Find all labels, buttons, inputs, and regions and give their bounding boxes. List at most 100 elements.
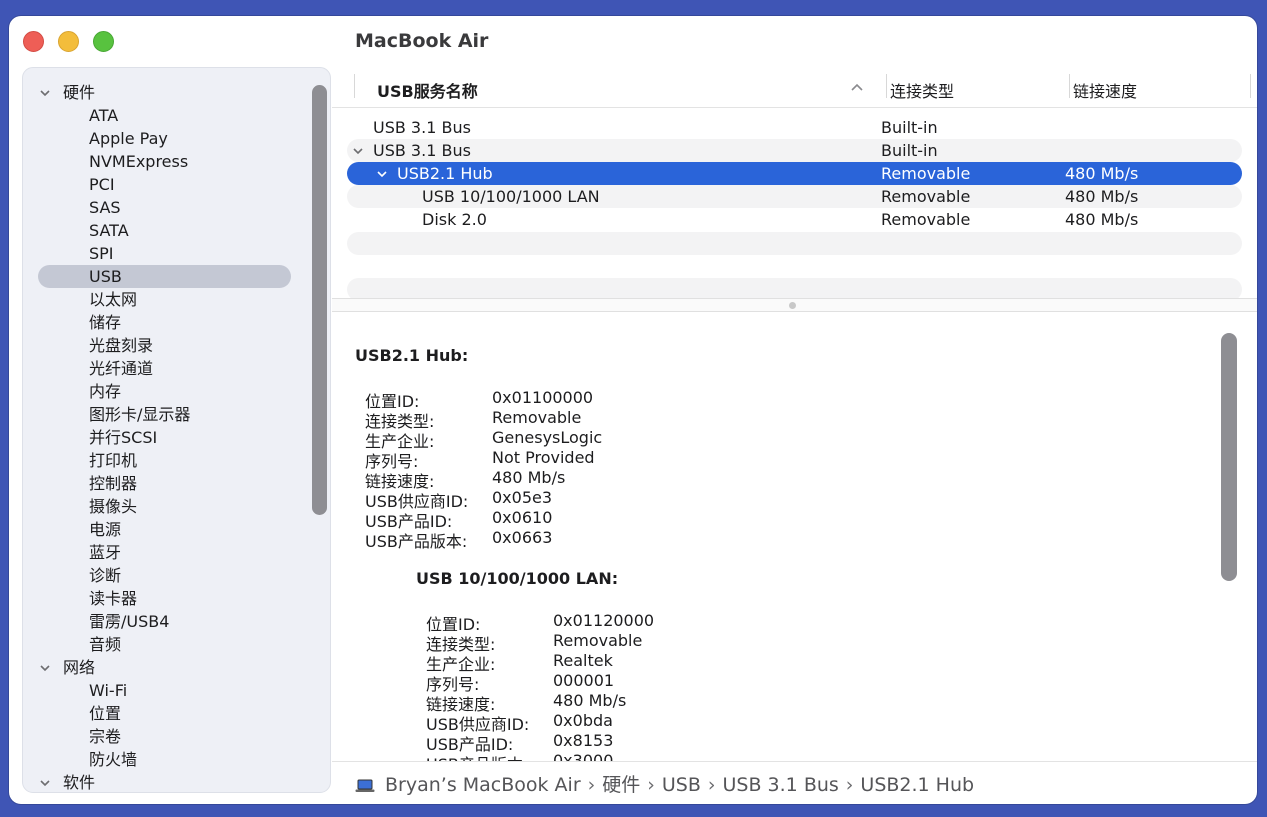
row-name: USB 3.1 Bus [373, 141, 471, 160]
disclosure-chevron-icon[interactable] [40, 663, 50, 673]
row-connection-type: Removable [881, 187, 971, 206]
close-button[interactable] [23, 31, 44, 52]
sidebar-category[interactable]: 硬件 [23, 81, 313, 104]
detail-field-value: 0x3000 [553, 751, 614, 761]
zoom-button[interactable] [93, 31, 114, 52]
row-connection-type: Built-in [881, 141, 938, 160]
sidebar-item[interactable]: NVMExpress [23, 150, 313, 173]
column-divider[interactable] [1250, 74, 1251, 98]
sidebar-scrollbar[interactable] [312, 85, 327, 515]
sort-ascending-icon[interactable] [851, 83, 863, 91]
sidebar-item[interactable]: 打印机 [23, 449, 313, 472]
sidebar-item[interactable]: 防火墙 [23, 748, 313, 771]
disclosure-chevron-icon[interactable] [377, 169, 387, 179]
column-divider[interactable] [886, 74, 887, 98]
detail-field-value: GenesysLogic [492, 428, 603, 447]
path-segment[interactable]: USB2.1 Hub [860, 774, 974, 796]
header-separator [332, 107, 1257, 108]
detail-pane: USB2.1 Hub: 位置ID: 0x01100000 连接类型: Removabl… [332, 313, 1257, 761]
row-connection-type: Removable [881, 164, 971, 183]
sidebar-item-label: 网络 [63, 658, 96, 677]
sidebar-item-label: Wi-Fi [89, 681, 128, 700]
sidebar-item[interactable]: 光纤通道 [23, 357, 313, 380]
sidebar-item-label: 控制器 [89, 474, 138, 493]
sidebar-item-label: 光纤通道 [89, 359, 154, 378]
detail-field-value: Not Provided [492, 448, 595, 467]
sidebar-item-label: 诊断 [89, 566, 122, 585]
sidebar-item-label: NVMExpress [89, 152, 189, 171]
disclosure-chevron-icon[interactable] [353, 146, 363, 156]
detail-scrollbar[interactable] [1221, 333, 1237, 581]
path-segment[interactable]: 硬件 [602, 774, 640, 796]
sidebar-item-label: SPI [89, 244, 114, 263]
sidebar-item[interactable]: USB [23, 265, 313, 288]
sidebar-item[interactable]: 图形卡/显示器 [23, 403, 313, 426]
sidebar-category[interactable]: 网络 [23, 656, 313, 679]
sidebar-item[interactable]: 位置 [23, 702, 313, 725]
detail-field-value: Realtek [553, 651, 613, 670]
table-row[interactable]: USB2.1 Hub Removable 480 Mb/s [347, 162, 1242, 185]
row-name: USB 10/100/1000 LAN [422, 187, 600, 206]
sidebar-item-label: 打印机 [89, 451, 138, 470]
chevron-right-icon: › [845, 774, 854, 796]
sidebar-item[interactable]: 宗卷 [23, 725, 313, 748]
detail-field-value: 0x01120000 [553, 611, 655, 630]
detail-field-value: 480 Mb/s [492, 468, 566, 487]
detail-field-value: 0x05e3 [492, 488, 553, 507]
sidebar-category[interactable]: 软件 [23, 771, 313, 792]
column-header-type[interactable]: 连接类型 [890, 78, 954, 102]
disclosure-chevron-icon[interactable] [40, 88, 50, 98]
sidebar-item[interactable]: SPI [23, 242, 313, 265]
table-row[interactable]: Disk 2.0 Removable 480 Mb/s [347, 208, 1242, 231]
sidebar-item-label: SAS [89, 198, 121, 217]
sidebar-item[interactable]: 摄像头 [23, 495, 313, 518]
window-title: MacBook Air [355, 30, 489, 52]
sidebar-item[interactable]: Apple Pay [23, 127, 313, 150]
minimize-button[interactable] [58, 31, 79, 52]
sidebar-item[interactable]: SAS [23, 196, 313, 219]
splitter-handle-icon[interactable] [789, 302, 796, 309]
sidebar-item[interactable]: PCI [23, 173, 313, 196]
column-divider[interactable] [1069, 74, 1070, 98]
sidebar-item[interactable]: 读卡器 [23, 587, 313, 610]
row-connection-type: Built-in [881, 118, 938, 137]
sidebar-item[interactable]: 蓝牙 [23, 541, 313, 564]
sidebar-item[interactable]: 音频 [23, 633, 313, 656]
table-header: USB服务名称 连接类型 链接速度 [332, 74, 1257, 108]
table-row[interactable]: USB 3.1 Bus Built-in [347, 116, 1242, 139]
sidebar-item[interactable]: 以太网 [23, 288, 313, 311]
sidebar-item[interactable]: 内存 [23, 380, 313, 403]
sidebar-item[interactable]: SATA [23, 219, 313, 242]
row-link-speed: 480 Mb/s [1065, 164, 1139, 183]
path-segment[interactable]: USB [662, 774, 701, 796]
row-name: USB 3.1 Bus [373, 118, 471, 137]
column-header-speed[interactable]: 链接速度 [1073, 78, 1137, 102]
sidebar: 硬件 ATA Apple Pay NVMExpress PCI SAS SATA SPI USB… [22, 67, 331, 793]
sidebar-item[interactable]: 电源 [23, 518, 313, 541]
path-bar: Bryan’s MacBook Air › 硬件 › USB › USB 3.1 Bus › U… [355, 772, 974, 798]
sidebar-item[interactable]: ATA [23, 104, 313, 127]
detail-field-key: USB产品版本: [365, 532, 468, 551]
sidebar-item[interactable]: 雷雳/USB4 [23, 610, 313, 633]
table-row[interactable]: USB 10/100/1000 LAN Removable 480 Mb/s [347, 185, 1242, 208]
sidebar-item[interactable]: 并行SCSI [23, 426, 313, 449]
detail-field-value: 0x0bda [553, 711, 613, 730]
column-header-name[interactable]: USB服务名称 [377, 78, 478, 102]
sidebar-item-label: 内存 [89, 382, 122, 401]
sidebar-item-label: 储存 [89, 313, 122, 332]
detail-lan-title: USB 10/100/1000 LAN: [416, 569, 619, 588]
detail-field-value: 480 Mb/s [553, 691, 627, 710]
sidebar-item[interactable]: 储存 [23, 311, 313, 334]
sidebar-item[interactable]: 控制器 [23, 472, 313, 495]
disclosure-chevron-icon[interactable] [40, 778, 50, 788]
table-row[interactable]: USB 3.1 Bus Built-in [347, 139, 1242, 162]
row-name: USB2.1 Hub [397, 164, 493, 183]
sidebar-item-label: 摄像头 [89, 497, 138, 516]
sidebar-item[interactable]: 光盘刻录 [23, 334, 313, 357]
sidebar-item-label: 图形卡/显示器 [89, 405, 191, 424]
sidebar-item[interactable]: 诊断 [23, 564, 313, 587]
sidebar-item[interactable]: Wi-Fi [23, 679, 313, 702]
path-segment[interactable]: USB 3.1 Bus [723, 774, 839, 796]
pane-splitter[interactable] [332, 298, 1257, 312]
path-segment[interactable]: Bryan’s MacBook Air [385, 774, 581, 796]
